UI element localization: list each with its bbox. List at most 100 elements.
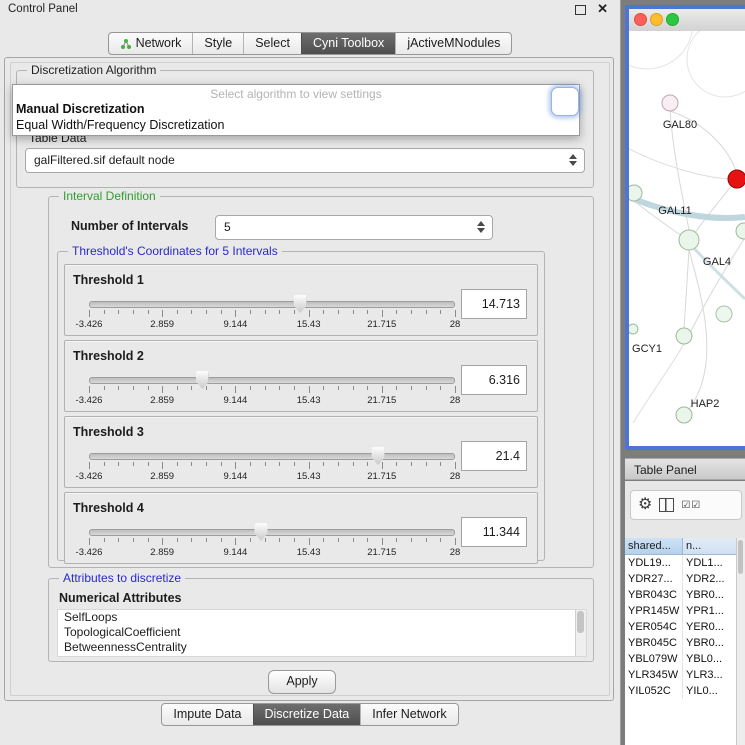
table-row[interactable]: YBR043CYBR0...	[625, 587, 737, 603]
column-header-shared-name[interactable]: shared...	[625, 538, 683, 555]
table-row[interactable]: YDR27...YDR2...	[625, 571, 737, 587]
slider-scale: -3.4262.8599.14415.4321.71528	[89, 386, 455, 408]
slider-track[interactable]	[89, 301, 455, 308]
table-row[interactable]: YDL19...YDL1...	[625, 555, 737, 571]
threshold-slider: -3.4262.8599.14415.4321.71528	[89, 373, 455, 409]
threshold-slider: -3.4262.8599.14415.4321.71528	[89, 525, 455, 561]
tab-style[interactable]: Style	[192, 33, 243, 54]
network-canvas[interactable]: GAL80 GAL11 GAL4 GCY1 HAP2	[629, 31, 745, 446]
tab-infer-network[interactable]: Infer Network	[360, 704, 457, 725]
threshold-slider: -3.4262.8599.14415.4321.71528	[89, 449, 455, 485]
float-icon[interactable]	[575, 5, 586, 15]
algorithm-popup: Select algorithm to view settings Manual…	[12, 84, 580, 136]
traffic-light-zoom-icon[interactable]	[666, 13, 679, 26]
scale-tick-label: 15.43	[297, 547, 321, 558]
close-icon[interactable]: ✕	[597, 1, 608, 17]
scale-tick-label: 9.144	[224, 395, 248, 406]
num-intervals-combobox[interactable]: 5	[215, 215, 493, 240]
slider-track[interactable]	[89, 377, 455, 384]
slider-scale: -3.4262.8599.14415.4321.71528	[89, 310, 455, 332]
threshold-panel: Threshold 3 -3.4262.8599.14415.4321.7152…	[64, 416, 538, 488]
interval-definition-group: Interval Definition Number of Intervals …	[48, 196, 594, 568]
scrollbar-thumb[interactable]	[738, 540, 743, 574]
network-edge	[633, 344, 684, 423]
scale-tick-label: 28	[450, 319, 461, 330]
network-graph: GAL80 GAL11 GAL4 GCY1 HAP2	[629, 31, 745, 446]
network-edge	[695, 179, 737, 233]
table-cell: YPR145W	[625, 603, 683, 619]
threshold-value-field[interactable]: 21.4	[461, 441, 527, 471]
table-scrollbar[interactable]	[736, 538, 745, 745]
traffic-light-minimize-icon[interactable]	[650, 13, 663, 26]
network-edge	[629, 31, 693, 69]
network-node[interactable]	[662, 95, 678, 111]
table-cell: YBR045C	[625, 635, 683, 651]
table-panel-titlebar: Table Panel	[625, 458, 745, 480]
network-node[interactable]	[679, 230, 699, 250]
list-item[interactable]: BetweennessCentrality	[58, 640, 586, 655]
threshold-panel: Threshold 4 -3.4262.8599.14415.4321.7152…	[64, 492, 538, 564]
table-cell: YBL079W	[625, 651, 683, 667]
column-header-name[interactable]: n...	[683, 538, 737, 555]
scale-tick-label: 2.859	[150, 395, 174, 406]
popup-placeholder: Select algorithm to view settings	[13, 87, 579, 101]
scale-tick-label: 2.859	[150, 471, 174, 482]
table-cell: YLR345W	[625, 667, 683, 683]
network-node[interactable]	[629, 185, 642, 201]
threshold-slider: -3.4262.8599.14415.4321.71528	[89, 297, 455, 333]
table-data-combobox[interactable]: galFiltered.sif default node	[25, 148, 585, 173]
slider-track[interactable]	[89, 453, 455, 460]
tab-label: Discretize Data	[265, 707, 350, 722]
threshold-panel: Threshold 2 -3.4262.8599.14415.4321.7152…	[64, 340, 538, 412]
list-item[interactable]: TopologicalCoefficient	[58, 625, 586, 640]
scale-tick-label: -3.426	[76, 395, 103, 406]
list-scrollbar[interactable]	[575, 610, 586, 656]
slider-scale: -3.4262.8599.14415.4321.71528	[89, 538, 455, 560]
popup-option-manual-discretization[interactable]: Manual Discretization	[13, 101, 579, 117]
focused-combobox-fragment[interactable]	[551, 87, 579, 116]
network-node[interactable]	[676, 407, 692, 423]
network-node-red[interactable]	[728, 170, 745, 188]
table-row[interactable]: YLR345WYLR3...	[625, 667, 737, 683]
table-cell: YDR27...	[625, 571, 683, 587]
table-row[interactable]: YER054CYER0...	[625, 619, 737, 635]
network-node[interactable]	[676, 328, 692, 344]
threshold-label: Threshold 4	[73, 501, 144, 515]
tab-select[interactable]: Select	[243, 33, 301, 54]
network-node[interactable]	[629, 324, 638, 334]
tab-network[interactable]: Network	[109, 33, 193, 54]
traffic-light-close-icon[interactable]	[634, 13, 647, 26]
scale-tick-label: 28	[450, 471, 461, 482]
network-node[interactable]	[736, 223, 745, 239]
list-item[interactable]: SelfLoops	[58, 610, 586, 625]
table-row[interactable]: YBL079WYBL0...	[625, 651, 737, 667]
tab-cyni-toolbox[interactable]: Cyni Toolbox	[301, 33, 395, 54]
tab-label: Infer Network	[372, 707, 446, 722]
network-node[interactable]	[716, 306, 732, 322]
scale-tick-label: -3.426	[76, 471, 103, 482]
table-data-value: galFiltered.sif default node	[34, 153, 175, 167]
tab-label: jActiveMNodules	[407, 36, 500, 51]
table-row[interactable]: YIL052CYIL0...	[625, 683, 737, 699]
scrollbar-thumb[interactable]	[577, 611, 584, 633]
threshold-value-field[interactable]: 6.316	[461, 365, 527, 395]
tab-label: Network	[136, 36, 182, 51]
table-cell: YDL1...	[683, 555, 737, 571]
bottom-tab-bar: Impute Data Discretize Data Infer Networ…	[0, 703, 620, 726]
checkbox-icon[interactable]: ☑☑	[681, 500, 701, 511]
gear-icon[interactable]: ⚙	[638, 497, 652, 513]
slider-track[interactable]	[89, 529, 455, 536]
tab-jactivemnodules[interactable]: jActiveMNodules	[395, 33, 511, 54]
table-row[interactable]: YBR045CYBR0...	[625, 635, 737, 651]
threshold-value-field[interactable]: 11.344	[461, 517, 527, 547]
tab-impute-data[interactable]: Impute Data	[162, 704, 252, 725]
tab-discretize-data[interactable]: Discretize Data	[253, 704, 361, 725]
columns-icon[interactable]	[659, 498, 674, 512]
table-cell: YDR2...	[683, 571, 737, 587]
popup-option-equal-width[interactable]: Equal Width/Frequency Discretization	[13, 117, 579, 133]
table-row[interactable]: YPR145WYPR1...	[625, 603, 737, 619]
table-toolbar: ⚙ ☑☑	[630, 490, 742, 520]
apply-button[interactable]: Apply	[268, 670, 336, 694]
threshold-value-field[interactable]: 14.713	[461, 289, 527, 319]
node-label: GAL80	[663, 119, 697, 131]
